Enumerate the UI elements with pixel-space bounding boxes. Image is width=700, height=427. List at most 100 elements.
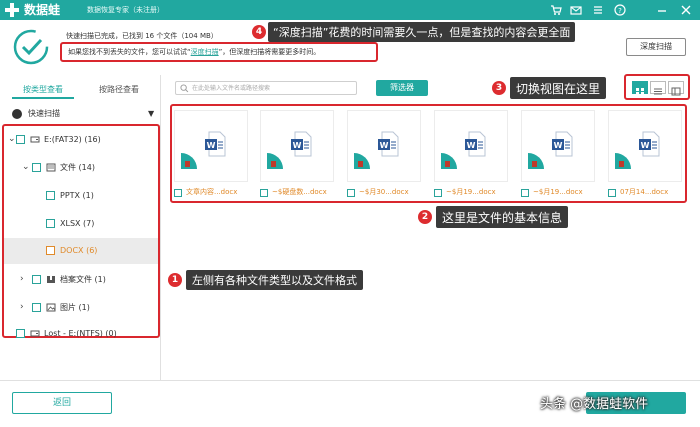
svg-text:W: W — [207, 141, 216, 150]
grid-view-icon[interactable] — [632, 81, 648, 95]
cart-icon[interactable] — [548, 2, 564, 18]
file-checkbox[interactable] — [434, 189, 442, 197]
tree-checkbox[interactable] — [46, 246, 55, 255]
search-placeholder: 在此处输入文件名或路径搜索 — [192, 85, 271, 92]
tree-item-xlsx[interactable]: XLSX (7) — [4, 212, 158, 236]
preview-badge-icon — [615, 153, 631, 169]
word-document-icon: W — [378, 131, 399, 157]
chevron-down-icon[interactable]: ⌄ — [22, 162, 30, 173]
watermark-text: 头条 @数据蛙软件 — [540, 397, 649, 412]
deep-scan-button[interactable]: 深度扫描 — [626, 38, 686, 56]
filter-button[interactable]: 筛选器 — [376, 80, 428, 96]
tree-item-docx[interactable]: DOCX (6) — [4, 238, 158, 264]
file-card[interactable]: W 07月14...docx — [608, 110, 682, 198]
tree-item-drive-e[interactable]: ⌄ E:(FAT32) (16) — [4, 128, 158, 152]
word-document-icon: W — [291, 131, 312, 157]
logo-icon — [5, 3, 19, 17]
file-thumbnail[interactable]: W — [174, 110, 248, 182]
preview-badge-icon — [354, 153, 370, 169]
chevron-right-icon[interactable]: › — [20, 302, 24, 313]
callout-3-number: 3 — [492, 81, 506, 95]
word-document-icon: W — [552, 131, 573, 157]
back-button[interactable]: 返回 — [12, 392, 112, 414]
preview-badge-icon — [528, 153, 544, 169]
chevron-right-icon[interactable]: › — [20, 274, 24, 285]
file-card[interactable]: W 文章内容...docx — [174, 110, 248, 198]
svg-text:W: W — [293, 141, 302, 150]
word-document-icon: W — [465, 131, 486, 157]
preview-badge-icon — [181, 153, 197, 169]
tree-label: E:(FAT32) (16) — [44, 135, 101, 144]
tree-checkbox[interactable] — [46, 219, 55, 228]
chevron-down-icon[interactable]: ▼ — [148, 108, 154, 119]
file-checkbox[interactable] — [347, 189, 355, 197]
file-grid: W 文章内容...docx W ~$硬盘数...docx W ~$月30...d… — [170, 104, 687, 203]
tree-checkbox[interactable] — [32, 275, 41, 284]
tree-checkbox[interactable] — [32, 163, 41, 172]
file-name: ~$月19...docx — [533, 188, 583, 196]
file-thumbnail[interactable]: W — [521, 110, 595, 182]
deep-scan-hint-highlight: 如果您找不到丢失的文件，您可以试试“深度扫描”，但深度扫描将需要更多时间。 — [60, 42, 378, 62]
search-input[interactable]: 在此处输入文件名或路径搜索 — [175, 81, 357, 95]
drive-icon — [30, 330, 40, 337]
tree-checkbox[interactable] — [16, 135, 25, 144]
scan-complete-icon — [13, 29, 49, 65]
deep-scan-link[interactable]: 深度扫描 — [191, 48, 219, 56]
tree-item-images[interactable]: › 图片 (1) — [4, 296, 158, 320]
mail-icon[interactable] — [568, 2, 584, 18]
file-thumbnail[interactable]: W — [260, 110, 334, 182]
view-switcher — [624, 74, 690, 100]
menu-icon[interactable] — [590, 2, 606, 18]
callout-4: “深度扫描”花费的时间需要久一点，但是查找的内容会更全面 — [268, 22, 576, 42]
image-icon — [46, 303, 56, 312]
detail-view-icon[interactable] — [668, 81, 684, 96]
file-thumbnail[interactable]: W — [347, 110, 421, 182]
svg-text:W: W — [554, 141, 563, 150]
file-name: ~$月19...docx — [446, 188, 496, 196]
close-icon[interactable] — [678, 2, 694, 18]
minimize-icon[interactable] — [654, 2, 670, 18]
app-brand: 数据蛙 — [24, 3, 61, 17]
file-type-tree: ⌄ E:(FAT32) (16) ⌄ 文件 (14) PPTX (1) XLSX… — [2, 124, 160, 338]
tab-by-type[interactable]: 按类型查看 — [12, 83, 74, 99]
tree-item-pptx[interactable]: PPTX (1) — [4, 184, 158, 208]
file-thumbnail[interactable]: W — [608, 110, 682, 182]
tree-item-documents[interactable]: ⌄ 文件 (14) — [4, 156, 158, 180]
tree-checkbox[interactable] — [16, 329, 25, 338]
tab-by-path[interactable]: 按路径查看 — [88, 83, 150, 99]
chevron-down-icon[interactable]: ⌄ — [8, 134, 16, 145]
svg-text:W: W — [641, 141, 650, 150]
file-card[interactable]: W ~$月30...docx — [347, 110, 421, 198]
file-card[interactable]: W ~$月19...docx — [521, 110, 595, 198]
callout-3: 切换视图在这里 — [510, 77, 607, 99]
word-document-icon: W — [205, 131, 226, 157]
list-view-icon[interactable] — [650, 81, 666, 95]
search-icon — [180, 84, 189, 93]
svg-text:W: W — [467, 141, 476, 150]
tree-item-archives[interactable]: › 档案文件 (1) — [4, 268, 158, 292]
drive-icon — [30, 136, 40, 143]
file-checkbox[interactable] — [174, 189, 182, 197]
file-thumbnail[interactable]: W — [434, 110, 508, 182]
file-card[interactable]: W ~$月19...docx — [434, 110, 508, 198]
file-checkbox[interactable] — [260, 189, 268, 197]
file-checkbox[interactable] — [608, 189, 616, 197]
tree-label: 档案文件 (1) — [60, 275, 106, 284]
tree-label: 文件 (14) — [60, 163, 95, 172]
file-checkbox[interactable] — [521, 189, 529, 197]
callout-2: 这里是文件的基本信息 — [436, 206, 569, 228]
tree-label: DOCX (6) — [60, 246, 98, 255]
help-icon[interactable]: ? — [612, 2, 628, 18]
preview-badge-icon — [267, 153, 283, 169]
quick-scan-row[interactable]: 快速扫描 ▼ — [0, 105, 160, 123]
file-folder-icon — [46, 163, 56, 172]
deep-scan-hint: 如果您找不到丢失的文件，您可以试试“深度扫描”，但深度扫描将需要更多时间。 — [68, 47, 320, 57]
hint-text-before: 如果您找不到丢失的文件，您可以试试“ — [68, 48, 191, 56]
file-card[interactable]: W ~$硬盘数...docx — [260, 110, 334, 198]
tree-checkbox[interactable] — [32, 303, 41, 312]
tree-item-lost-drive[interactable]: Lost - E:(NTFS) (0) — [4, 322, 158, 346]
tree-checkbox[interactable] — [46, 191, 55, 200]
callout-2-number: 2 — [418, 210, 432, 224]
sidebar: 按类型查看 按路径查看 快速扫描 ▼ ⌄ E:(FAT32) (16) ⌄ 文件… — [0, 75, 161, 380]
callout-1-number: 1 — [168, 273, 182, 287]
